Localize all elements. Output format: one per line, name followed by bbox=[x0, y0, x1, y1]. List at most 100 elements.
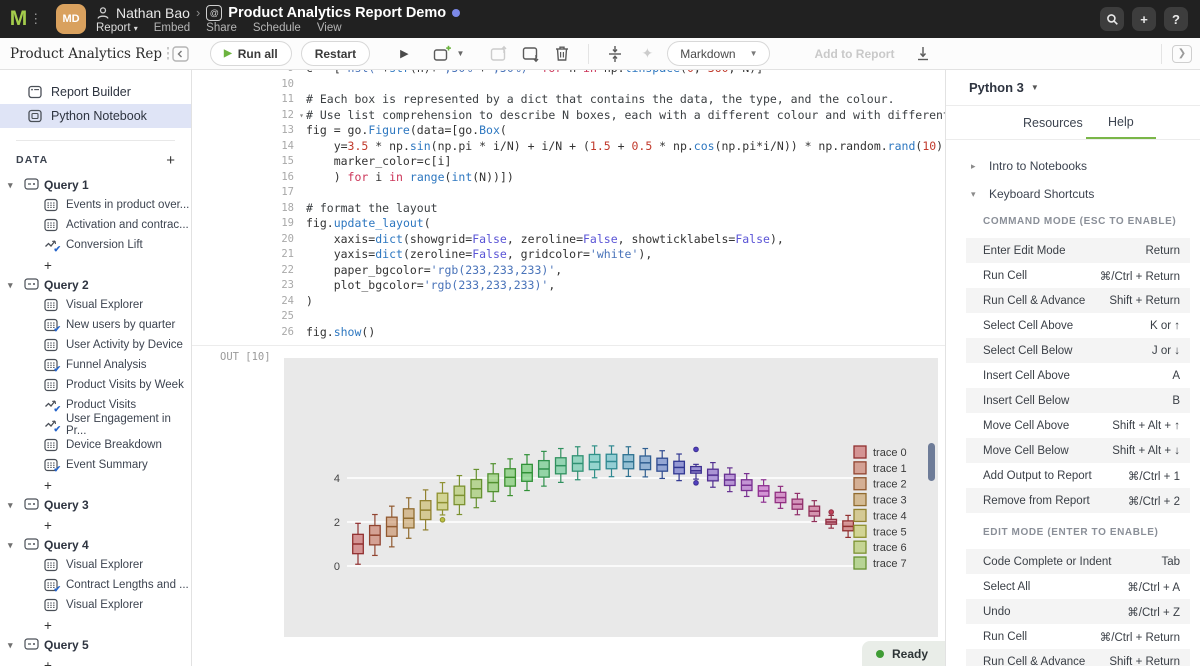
tree-add-button[interactable]: + bbox=[0, 475, 191, 495]
code-line[interactable]: 23 plot_bgcolor='rgb(233,233,233)', bbox=[192, 278, 945, 294]
code-line[interactable]: 25 bbox=[192, 309, 945, 325]
add-to-report-button[interactable]: Add to Report bbox=[814, 47, 894, 61]
search-button[interactable] bbox=[1100, 7, 1124, 31]
code-line[interactable]: 17 bbox=[192, 185, 945, 201]
copy-cell-down-button[interactable] bbox=[522, 45, 540, 63]
svg-text:0: 0 bbox=[334, 561, 340, 573]
tree-item[interactable]: Visual Explorer bbox=[0, 295, 191, 315]
sidebar-item-report-builder[interactable]: Report Builder bbox=[0, 80, 191, 104]
tree-item[interactable]: Device Breakdown bbox=[0, 435, 191, 455]
add-query-button[interactable]: + bbox=[166, 152, 175, 169]
data-section-label: DATA bbox=[16, 154, 48, 166]
code-line[interactable]: 19fig.update_layout( bbox=[192, 216, 945, 232]
chevron-right-icon: ▸ bbox=[971, 161, 979, 172]
code-line[interactable]: 14 y=3.5 * np.sin(np.pi * i/N) + i/N + (… bbox=[192, 139, 945, 155]
legend-item[interactable]: trace 5 bbox=[854, 525, 907, 538]
code-line[interactable]: 21 yaxis=dict(zeroline=False, gridcolor=… bbox=[192, 247, 945, 263]
code-line[interactable]: 24) bbox=[192, 294, 945, 310]
tree-item[interactable]: ✔Event Summary bbox=[0, 455, 191, 475]
box-trace bbox=[387, 506, 398, 547]
kernel-select[interactable]: Python 3 ▼ bbox=[946, 70, 1200, 106]
shortcut-row: Select Cell AboveK or ↑ bbox=[966, 313, 1190, 338]
code-line[interactable]: 22 paper_bgcolor='rgb(233,233,233)', bbox=[192, 263, 945, 279]
menu-item-report[interactable]: Report ▾ bbox=[96, 22, 138, 34]
check-icon: ✔ bbox=[53, 364, 61, 375]
tree-query[interactable]: ▾Query 3 bbox=[0, 495, 191, 515]
tree-item[interactable]: User Activity by Device bbox=[0, 335, 191, 355]
tree-item[interactable]: Activation and contrac... bbox=[0, 215, 191, 235]
mode-logo-m: M bbox=[10, 7, 28, 31]
legend-item[interactable]: trace 4 bbox=[854, 509, 907, 522]
tree-item[interactable]: ✔Funnel Analysis bbox=[0, 355, 191, 375]
code-line[interactable]: 13fig = go.Figure(data=[go.Box( bbox=[192, 123, 945, 139]
new-button[interactable]: + bbox=[1132, 7, 1156, 31]
legend-item[interactable]: trace 2 bbox=[854, 478, 907, 491]
collapse-sidebar-button[interactable] bbox=[166, 45, 190, 63]
code-line[interactable]: 10 bbox=[192, 77, 945, 93]
tree-add-button[interactable]: + bbox=[0, 655, 191, 666]
code-line[interactable]: 11# Each box is represented by a dict th… bbox=[192, 92, 945, 108]
help-tree-item[interactable]: ▸Intro to Notebooks bbox=[946, 152, 1200, 180]
cell-type-select[interactable]: Markdown ▼ bbox=[667, 41, 770, 66]
workspace-avatar[interactable]: MD bbox=[56, 4, 86, 34]
legend-item[interactable]: trace 6 bbox=[854, 541, 907, 554]
tree-query[interactable]: ▾Query 4 bbox=[0, 535, 191, 555]
download-button[interactable] bbox=[916, 46, 930, 62]
code-line[interactable]: 18# format the layout bbox=[192, 201, 945, 217]
code-editor[interactable]: 9c = ['hsl('+str(h)+',50%'+',50%)' for h… bbox=[192, 70, 945, 340]
check-icon: ✔ bbox=[53, 244, 61, 255]
sidebar-item-python-notebook[interactable]: Python Notebook bbox=[0, 104, 191, 128]
tree-item[interactable]: ✔Conversion Lift bbox=[0, 235, 191, 255]
box-trace bbox=[792, 493, 803, 514]
cell-separator bbox=[192, 345, 945, 346]
copy-cell-up-button[interactable] bbox=[490, 45, 508, 63]
legend-item[interactable]: trace 3 bbox=[854, 494, 907, 507]
menu-item-view[interactable]: View bbox=[317, 22, 342, 34]
tree-item[interactable]: Events in product over... bbox=[0, 195, 191, 215]
merge-cells-button[interactable] bbox=[607, 45, 623, 63]
tree-item[interactable]: ✔Product Visits bbox=[0, 395, 191, 415]
help-tree-item[interactable]: ▾Keyboard Shortcuts bbox=[946, 180, 1200, 208]
run-cell-button[interactable]: ▶ bbox=[400, 47, 408, 60]
tab-resources[interactable]: Resources bbox=[1023, 106, 1083, 139]
breadcrumb-separator: › bbox=[196, 5, 200, 20]
fold-icon[interactable]: ▾ bbox=[299, 108, 304, 124]
tree-item[interactable]: Visual Explorer bbox=[0, 555, 191, 575]
table-icon bbox=[44, 438, 58, 452]
menu-item-schedule[interactable]: Schedule bbox=[253, 22, 301, 34]
tree-query[interactable]: ▾Query 5 bbox=[0, 635, 191, 655]
delete-cell-button[interactable] bbox=[554, 45, 570, 62]
run-all-button[interactable]: ▶ Run all bbox=[210, 41, 292, 66]
code-line[interactable]: 12▾# Use list comprehension to describe … bbox=[192, 108, 945, 124]
restart-button[interactable]: Restart bbox=[301, 41, 370, 66]
user-name[interactable]: Nathan Bao bbox=[116, 5, 190, 21]
legend-item[interactable]: trace 7 bbox=[854, 557, 907, 570]
tree-item[interactable]: ✔User Engagement in Pr... bbox=[0, 415, 191, 435]
format-cell-button[interactable]: ✦ bbox=[641, 45, 653, 62]
legend-item[interactable]: trace 1 bbox=[854, 462, 907, 475]
menu-item-embed[interactable]: Embed bbox=[154, 22, 190, 34]
tree-item[interactable]: Visual Explorer bbox=[0, 595, 191, 615]
tree-item[interactable]: Product Visits by Week bbox=[0, 375, 191, 395]
tree-item[interactable]: ✔New users by quarter bbox=[0, 315, 191, 335]
add-cell-icon bbox=[433, 45, 453, 63]
tree-add-button[interactable]: + bbox=[0, 615, 191, 635]
code-line[interactable]: 15 marker_color=c[i] bbox=[192, 154, 945, 170]
tree-item[interactable]: ✔Contract Lengths and ... bbox=[0, 575, 191, 595]
add-cell-button[interactable]: ▼ bbox=[433, 45, 465, 63]
tree-add-button[interactable]: + bbox=[0, 255, 191, 275]
page-title[interactable]: Product Analytics Report Demo bbox=[228, 5, 446, 21]
legend-item[interactable]: trace 0 bbox=[854, 446, 907, 459]
code-line[interactable]: 26fig.show() bbox=[192, 325, 945, 341]
code-line[interactable]: 16 ) for i in range(int(N))]) bbox=[192, 170, 945, 186]
menu-item-share[interactable]: Share bbox=[206, 22, 237, 34]
code-line[interactable]: 20 xaxis=dict(showgrid=False, zeroline=F… bbox=[192, 232, 945, 248]
tab-help[interactable]: Help bbox=[1086, 106, 1156, 139]
mode-logo[interactable]: M⋮ bbox=[6, 7, 46, 31]
legend-scrollbar[interactable] bbox=[928, 443, 935, 481]
help-button[interactable]: ? bbox=[1164, 7, 1188, 31]
expand-right-panel-button[interactable]: ❯ bbox=[1172, 45, 1192, 63]
tree-query[interactable]: ▾Query 2 bbox=[0, 275, 191, 295]
tree-add-button[interactable]: + bbox=[0, 515, 191, 535]
tree-query[interactable]: ▾Query 1 bbox=[0, 175, 191, 195]
